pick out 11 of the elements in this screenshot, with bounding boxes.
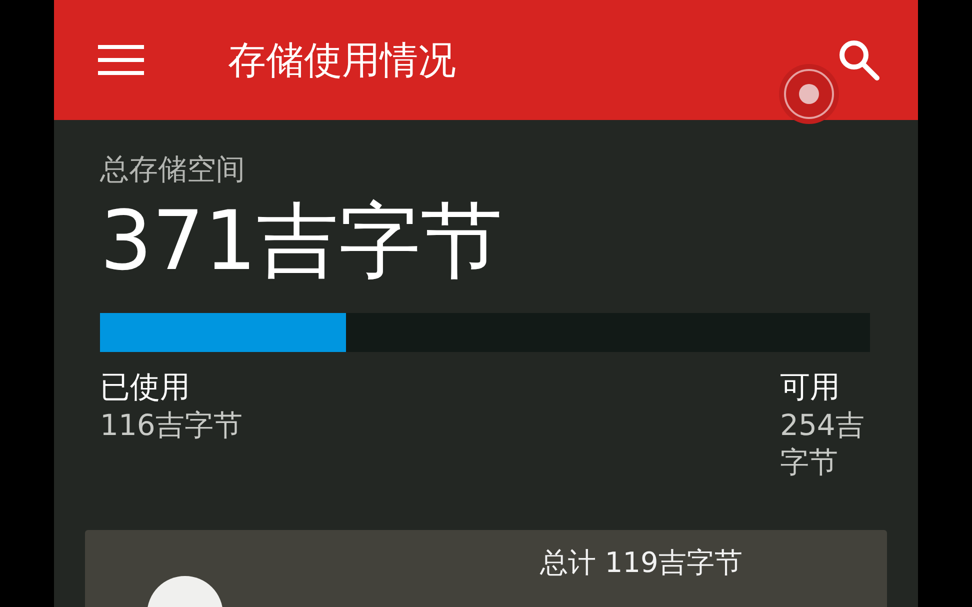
touch-indicator-icon	[778, 63, 840, 125]
card-total: 总计 119吉字节	[540, 546, 742, 580]
free-value: 254吉字节	[780, 406, 866, 482]
total-storage: 371吉字节	[100, 200, 504, 283]
storage-label: 总存储空间	[100, 152, 246, 187]
used-value: 116吉字节	[100, 406, 242, 444]
free-label: 可用	[780, 368, 841, 407]
used-label: 已使用	[100, 368, 191, 407]
menu-icon[interactable]	[98, 45, 144, 75]
screen-title: 存储使用情况	[228, 36, 456, 84]
search-icon[interactable]	[838, 39, 880, 81]
